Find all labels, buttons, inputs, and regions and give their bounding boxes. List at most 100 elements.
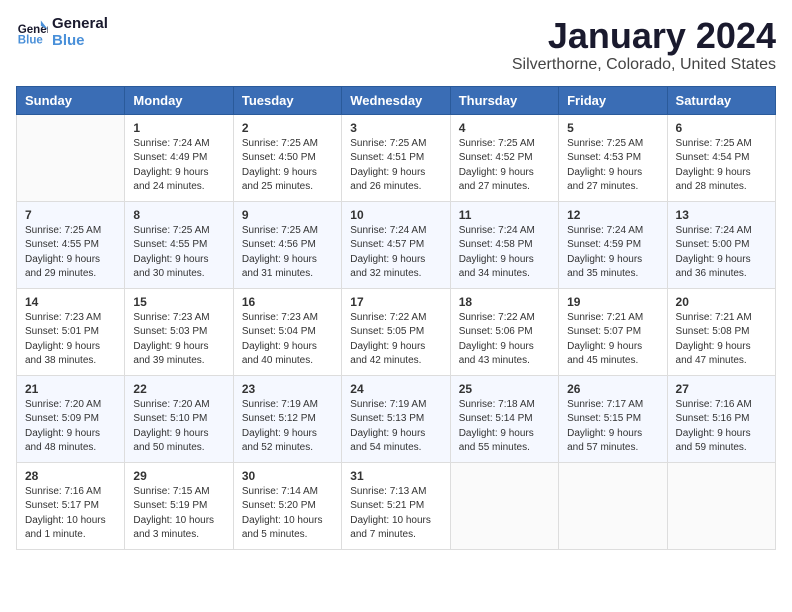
day-number: 20 [676, 295, 767, 309]
day-number: 26 [567, 382, 658, 396]
day-cell: 18 Sunrise: 7:22 AMSunset: 5:06 PMDaylig… [450, 288, 558, 375]
day-cell: 12 Sunrise: 7:24 AMSunset: 4:59 PMDaylig… [559, 201, 667, 288]
day-details: Sunrise: 7:22 AMSunset: 5:05 PMDaylight:… [350, 311, 441, 369]
day-details: Sunrise: 7:15 AMSunset: 5:19 PMDaylight:… [133, 485, 224, 543]
day-number: 22 [133, 382, 224, 396]
day-cell: 22 Sunrise: 7:20 AMSunset: 5:10 PMDaylig… [125, 375, 233, 462]
day-cell: 24 Sunrise: 7:19 AMSunset: 5:13 PMDaylig… [342, 375, 450, 462]
day-cell: 1 Sunrise: 7:24 AMSunset: 4:49 PMDayligh… [125, 114, 233, 201]
logo-icon: General Blue [16, 17, 48, 49]
day-number: 13 [676, 208, 767, 222]
day-number: 31 [350, 469, 441, 483]
calendar-subtitle: Silverthorne, Colorado, United States [512, 56, 776, 74]
day-cell: 8 Sunrise: 7:25 AMSunset: 4:55 PMDayligh… [125, 201, 233, 288]
day-cell: 15 Sunrise: 7:23 AMSunset: 5:03 PMDaylig… [125, 288, 233, 375]
day-number: 9 [242, 208, 333, 222]
day-cell [667, 462, 775, 549]
day-details: Sunrise: 7:21 AMSunset: 5:07 PMDaylight:… [567, 311, 658, 369]
day-details: Sunrise: 7:23 AMSunset: 5:03 PMDaylight:… [133, 311, 224, 369]
day-cell: 29 Sunrise: 7:15 AMSunset: 5:19 PMDaylig… [125, 462, 233, 549]
day-number: 21 [25, 382, 116, 396]
day-cell [559, 462, 667, 549]
day-number: 6 [676, 121, 767, 135]
day-number: 8 [133, 208, 224, 222]
week-row-2: 7 Sunrise: 7:25 AMSunset: 4:55 PMDayligh… [17, 201, 776, 288]
day-cell: 20 Sunrise: 7:21 AMSunset: 5:08 PMDaylig… [667, 288, 775, 375]
weekday-header-monday: Monday [125, 86, 233, 114]
day-details: Sunrise: 7:20 AMSunset: 5:09 PMDaylight:… [25, 398, 116, 456]
calendar-title: January 2024 [512, 16, 776, 56]
day-cell: 6 Sunrise: 7:25 AMSunset: 4:54 PMDayligh… [667, 114, 775, 201]
day-number: 11 [459, 208, 550, 222]
day-number: 17 [350, 295, 441, 309]
day-cell: 4 Sunrise: 7:25 AMSunset: 4:52 PMDayligh… [450, 114, 558, 201]
weekday-header-friday: Friday [559, 86, 667, 114]
day-details: Sunrise: 7:25 AMSunset: 4:54 PMDaylight:… [676, 137, 767, 195]
day-number: 23 [242, 382, 333, 396]
day-details: Sunrise: 7:16 AMSunset: 5:16 PMDaylight:… [676, 398, 767, 456]
day-details: Sunrise: 7:20 AMSunset: 5:10 PMDaylight:… [133, 398, 224, 456]
day-details: Sunrise: 7:25 AMSunset: 4:53 PMDaylight:… [567, 137, 658, 195]
weekday-header-wednesday: Wednesday [342, 86, 450, 114]
day-number: 18 [459, 295, 550, 309]
day-cell [17, 114, 125, 201]
day-details: Sunrise: 7:21 AMSunset: 5:08 PMDaylight:… [676, 311, 767, 369]
day-number: 14 [25, 295, 116, 309]
logo: General Blue General Blue [16, 16, 108, 49]
day-details: Sunrise: 7:17 AMSunset: 5:15 PMDaylight:… [567, 398, 658, 456]
day-details: Sunrise: 7:24 AMSunset: 4:57 PMDaylight:… [350, 224, 441, 282]
logo-text-general: General [52, 16, 108, 33]
weekday-header-sunday: Sunday [17, 86, 125, 114]
day-details: Sunrise: 7:25 AMSunset: 4:52 PMDaylight:… [459, 137, 550, 195]
day-number: 28 [25, 469, 116, 483]
day-details: Sunrise: 7:14 AMSunset: 5:20 PMDaylight:… [242, 485, 333, 543]
day-cell: 23 Sunrise: 7:19 AMSunset: 5:12 PMDaylig… [233, 375, 341, 462]
day-cell: 7 Sunrise: 7:25 AMSunset: 4:55 PMDayligh… [17, 201, 125, 288]
day-details: Sunrise: 7:16 AMSunset: 5:17 PMDaylight:… [25, 485, 116, 543]
day-cell: 27 Sunrise: 7:16 AMSunset: 5:16 PMDaylig… [667, 375, 775, 462]
page-header: General Blue General Blue January 2024 S… [16, 16, 776, 74]
week-row-3: 14 Sunrise: 7:23 AMSunset: 5:01 PMDaylig… [17, 288, 776, 375]
day-number: 5 [567, 121, 658, 135]
calendar-table: SundayMondayTuesdayWednesdayThursdayFrid… [16, 86, 776, 550]
day-details: Sunrise: 7:19 AMSunset: 5:12 PMDaylight:… [242, 398, 333, 456]
svg-text:Blue: Blue [18, 34, 44, 46]
weekday-header-row: SundayMondayTuesdayWednesdayThursdayFrid… [17, 86, 776, 114]
day-details: Sunrise: 7:24 AMSunset: 4:49 PMDaylight:… [133, 137, 224, 195]
day-cell: 21 Sunrise: 7:20 AMSunset: 5:09 PMDaylig… [17, 375, 125, 462]
day-cell: 2 Sunrise: 7:25 AMSunset: 4:50 PMDayligh… [233, 114, 341, 201]
day-cell: 13 Sunrise: 7:24 AMSunset: 5:00 PMDaylig… [667, 201, 775, 288]
day-details: Sunrise: 7:23 AMSunset: 5:01 PMDaylight:… [25, 311, 116, 369]
day-details: Sunrise: 7:13 AMSunset: 5:21 PMDaylight:… [350, 485, 441, 543]
day-details: Sunrise: 7:24 AMSunset: 5:00 PMDaylight:… [676, 224, 767, 282]
day-cell: 14 Sunrise: 7:23 AMSunset: 5:01 PMDaylig… [17, 288, 125, 375]
day-details: Sunrise: 7:19 AMSunset: 5:13 PMDaylight:… [350, 398, 441, 456]
day-details: Sunrise: 7:22 AMSunset: 5:06 PMDaylight:… [459, 311, 550, 369]
week-row-4: 21 Sunrise: 7:20 AMSunset: 5:09 PMDaylig… [17, 375, 776, 462]
day-details: Sunrise: 7:25 AMSunset: 4:51 PMDaylight:… [350, 137, 441, 195]
day-number: 27 [676, 382, 767, 396]
day-cell: 16 Sunrise: 7:23 AMSunset: 5:04 PMDaylig… [233, 288, 341, 375]
day-cell [450, 462, 558, 549]
day-number: 30 [242, 469, 333, 483]
day-number: 25 [459, 382, 550, 396]
day-details: Sunrise: 7:25 AMSunset: 4:56 PMDaylight:… [242, 224, 333, 282]
day-number: 16 [242, 295, 333, 309]
day-details: Sunrise: 7:25 AMSunset: 4:55 PMDaylight:… [25, 224, 116, 282]
day-number: 3 [350, 121, 441, 135]
day-cell: 5 Sunrise: 7:25 AMSunset: 4:53 PMDayligh… [559, 114, 667, 201]
day-number: 24 [350, 382, 441, 396]
day-number: 19 [567, 295, 658, 309]
day-cell: 11 Sunrise: 7:24 AMSunset: 4:58 PMDaylig… [450, 201, 558, 288]
day-number: 7 [25, 208, 116, 222]
logo-text-blue: Blue [52, 33, 108, 50]
day-cell: 9 Sunrise: 7:25 AMSunset: 4:56 PMDayligh… [233, 201, 341, 288]
day-cell: 17 Sunrise: 7:22 AMSunset: 5:05 PMDaylig… [342, 288, 450, 375]
day-cell: 28 Sunrise: 7:16 AMSunset: 5:17 PMDaylig… [17, 462, 125, 549]
day-number: 29 [133, 469, 224, 483]
day-number: 10 [350, 208, 441, 222]
day-number: 15 [133, 295, 224, 309]
day-cell: 30 Sunrise: 7:14 AMSunset: 5:20 PMDaylig… [233, 462, 341, 549]
day-cell: 19 Sunrise: 7:21 AMSunset: 5:07 PMDaylig… [559, 288, 667, 375]
day-cell: 3 Sunrise: 7:25 AMSunset: 4:51 PMDayligh… [342, 114, 450, 201]
